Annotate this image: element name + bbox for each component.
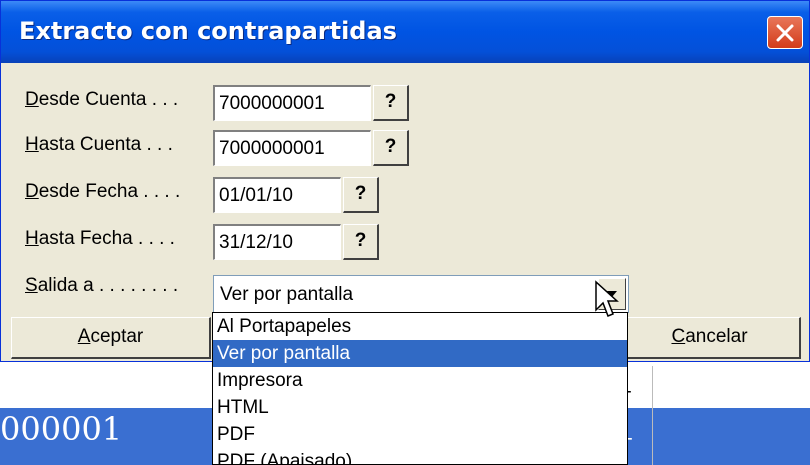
salida-select[interactable]: Ver por pantalla: [213, 275, 629, 313]
dropdown-option-html[interactable]: HTML: [213, 394, 627, 421]
salida-label: Salida a . . . . . . . .: [25, 275, 179, 296]
salida-dropdown-list: Al Portapapeles Ver por pantalla Impreso…: [212, 312, 628, 465]
hasta-cuenta-label: Hasta Cuenta . . .: [25, 134, 173, 155]
hasta-fecha-input[interactable]: 31/12/10: [213, 224, 341, 260]
mouse-cursor-icon: [595, 280, 619, 317]
dialog-window: Extracto con contrapartidas Desde Cuenta…: [0, 0, 810, 362]
close-button[interactable]: [767, 16, 803, 49]
dropdown-option-portapapeles[interactable]: Al Portapapeles: [213, 313, 627, 340]
desde-cuenta-help-button[interactable]: ?: [373, 85, 409, 121]
desde-cuenta-input[interactable]: 7000000001: [213, 85, 371, 121]
close-icon: [776, 24, 794, 42]
background-column-divider: [652, 366, 653, 465]
salida-select-value: Ver por pantalla: [220, 284, 354, 305]
dropdown-option-pdf-apaisado[interactable]: PDF (Apaisado): [213, 448, 627, 464]
dropdown-option-ver-por-pantalla[interactable]: Ver por pantalla: [213, 340, 627, 367]
hasta-cuenta-help-button[interactable]: ?: [373, 130, 409, 166]
dropdown-option-impresora[interactable]: Impresora: [213, 367, 627, 394]
desde-fecha-label: Desde Fecha . . . .: [25, 181, 181, 202]
hasta-cuenta-input[interactable]: 7000000001: [213, 130, 371, 166]
dropdown-option-pdf[interactable]: PDF: [213, 421, 627, 448]
title-bar[interactable]: Extracto con contrapartidas: [1, 1, 809, 63]
background-account-number: 000001: [0, 410, 123, 448]
cancelar-button[interactable]: Cancelar: [619, 317, 801, 359]
desde-cuenta-label: Desde Cuenta . . .: [25, 89, 179, 110]
hasta-fecha-label: Hasta Fecha . . . .: [25, 228, 175, 249]
hasta-fecha-help-button[interactable]: ?: [343, 224, 379, 260]
window-title: Extracto con contrapartidas: [19, 17, 397, 45]
desde-fecha-input[interactable]: 01/01/10: [213, 177, 341, 213]
aceptar-button[interactable]: Aceptar: [11, 317, 211, 359]
desde-fecha-help-button[interactable]: ?: [343, 177, 379, 213]
